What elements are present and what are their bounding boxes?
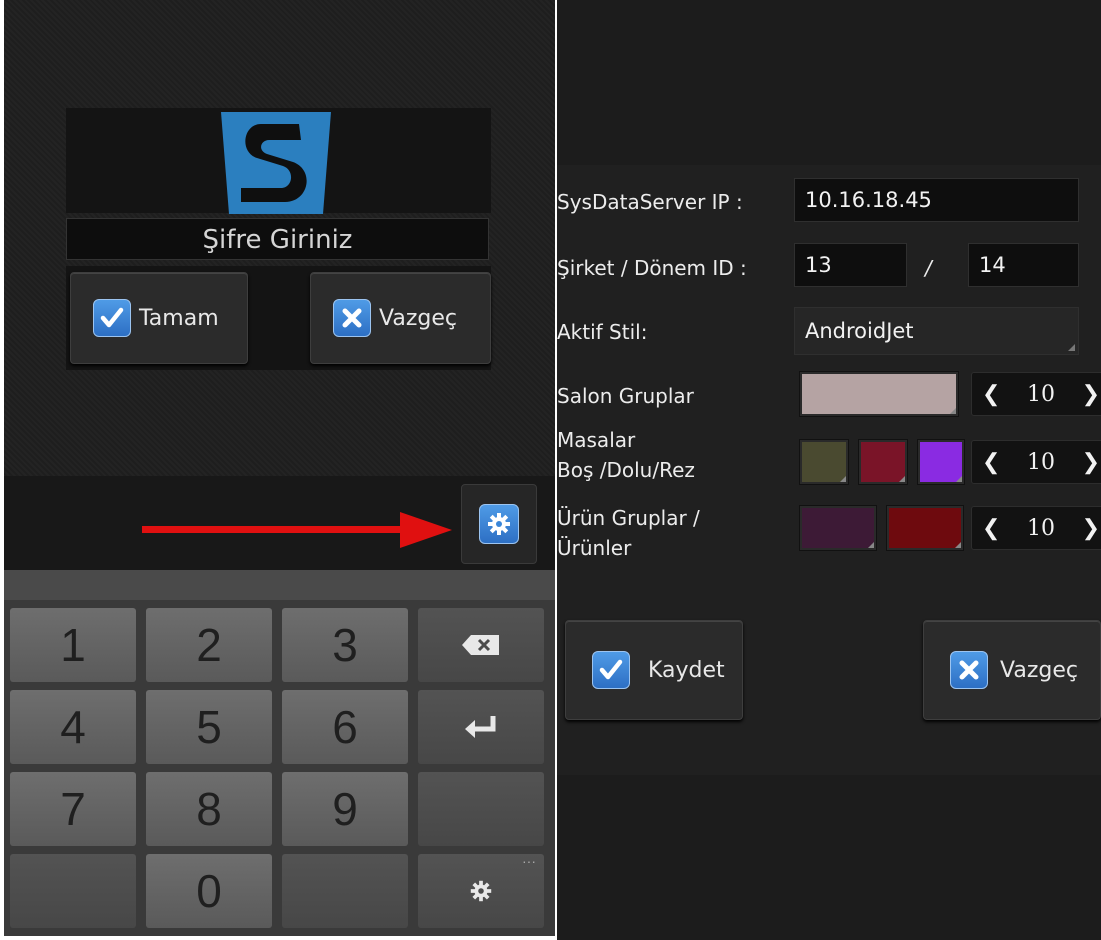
enter-icon: [465, 716, 496, 738]
hall-groups-label: Salon Gruplar: [557, 384, 694, 408]
close-icon: [333, 299, 371, 337]
chevron-left-icon[interactable]: ❮: [982, 516, 1000, 541]
enter-key[interactable]: [418, 690, 544, 764]
password-input[interactable]: Şifre Giriniz: [66, 218, 489, 260]
key-5[interactable]: 5: [146, 690, 272, 764]
product-groups-label-line1: Ürün Gruplar /: [557, 506, 700, 530]
numeric-keypad: 1 2 3 4 5 6 7 8 9 0 ···: [4, 570, 555, 936]
period-id-field[interactable]: 14: [968, 243, 1079, 287]
active-style-select[interactable]: AndroidJet: [794, 307, 1079, 355]
chevron-right-icon[interactable]: ❯: [1082, 516, 1100, 541]
ok-button-label: Tamam: [139, 305, 219, 331]
blank-key-right[interactable]: [282, 854, 408, 928]
key-1[interactable]: 1: [10, 608, 136, 682]
cancel-button[interactable]: Vazgeç: [923, 620, 1101, 720]
tables-size-value: 10: [1027, 449, 1055, 475]
key-7[interactable]: 7: [10, 772, 136, 846]
app-logo: [221, 112, 331, 214]
table-full-color-picker[interactable]: [858, 439, 908, 485]
checkmark-icon: [592, 651, 630, 689]
server-ip-field[interactable]: 10.16.18.45: [794, 178, 1079, 222]
tables-label-line1: Masalar: [557, 428, 636, 452]
more-dots-icon: ···: [522, 853, 536, 869]
gear-icon: [470, 880, 492, 902]
key-2[interactable]: 2: [146, 608, 272, 682]
product-groups-size-value: 10: [1027, 515, 1055, 541]
chevron-right-icon[interactable]: ❯: [1082, 450, 1100, 475]
key-8[interactable]: 8: [146, 772, 272, 846]
ok-button[interactable]: Tamam: [70, 272, 248, 364]
key-3[interactable]: 3: [282, 608, 408, 682]
product-color-picker[interactable]: [886, 505, 964, 551]
settings-screen: SysDataServer IP : 10.16.18.45 Şirket / …: [557, 0, 1101, 940]
login-screen: Şifre Giriniz Tamam Vazgeç 1 2 3 4 5 6 7…: [4, 0, 555, 936]
settings-button[interactable]: [461, 484, 537, 564]
table-empty-color-picker[interactable]: [799, 439, 849, 485]
product-groups-label-line2: Ürünler: [557, 536, 632, 560]
chevron-left-icon[interactable]: ❮: [982, 450, 1000, 475]
cancel-button-label: Vazgeç: [1000, 657, 1078, 683]
key-6[interactable]: 6: [282, 690, 408, 764]
cancel-button-label: Vazgeç: [379, 305, 457, 331]
save-button-label: Kaydet: [648, 657, 725, 683]
close-icon: [950, 651, 988, 689]
company-id-field[interactable]: 13: [794, 243, 907, 287]
blank-key-left[interactable]: [10, 854, 136, 928]
product-group-color-picker[interactable]: [799, 505, 877, 551]
cancel-button[interactable]: Vazgeç: [310, 272, 491, 364]
product-groups-size-spinner[interactable]: ❮ 10 ❯: [971, 506, 1101, 550]
gear-icon: [479, 504, 519, 544]
key-9[interactable]: 9: [282, 772, 408, 846]
chevron-left-icon[interactable]: ❮: [982, 382, 1000, 407]
backspace-icon: [462, 635, 499, 655]
key-0[interactable]: 0: [146, 854, 272, 928]
active-style-value: AndroidJet: [805, 319, 914, 343]
hall-groups-size-spinner[interactable]: ❮ 10 ❯: [971, 372, 1101, 416]
blank-key[interactable]: [418, 772, 544, 846]
server-ip-label: SysDataServer IP :: [557, 190, 743, 214]
tables-size-spinner[interactable]: ❮ 10 ❯: [971, 440, 1101, 484]
table-reserved-color-picker[interactable]: [917, 439, 965, 485]
active-style-label: Aktif Stil:: [557, 320, 648, 344]
key-4[interactable]: 4: [10, 690, 136, 764]
logo-area: [66, 108, 491, 214]
keyboard-settings-key[interactable]: ···: [418, 854, 544, 928]
company-period-label: Şirket / Dönem ID :: [557, 256, 747, 280]
red-arrow-icon: [142, 512, 452, 548]
tables-label-line2: Boş /Dolu/Rez: [557, 458, 695, 482]
checkmark-icon: [93, 299, 131, 337]
hall-groups-color-picker[interactable]: [799, 371, 959, 417]
backspace-key[interactable]: [418, 608, 544, 682]
chevron-right-icon[interactable]: ❯: [1082, 382, 1100, 407]
save-button[interactable]: Kaydet: [565, 620, 743, 720]
id-separator: /: [925, 256, 932, 280]
dropdown-corner-icon: [1068, 344, 1075, 351]
hall-groups-size-value: 10: [1027, 381, 1055, 407]
